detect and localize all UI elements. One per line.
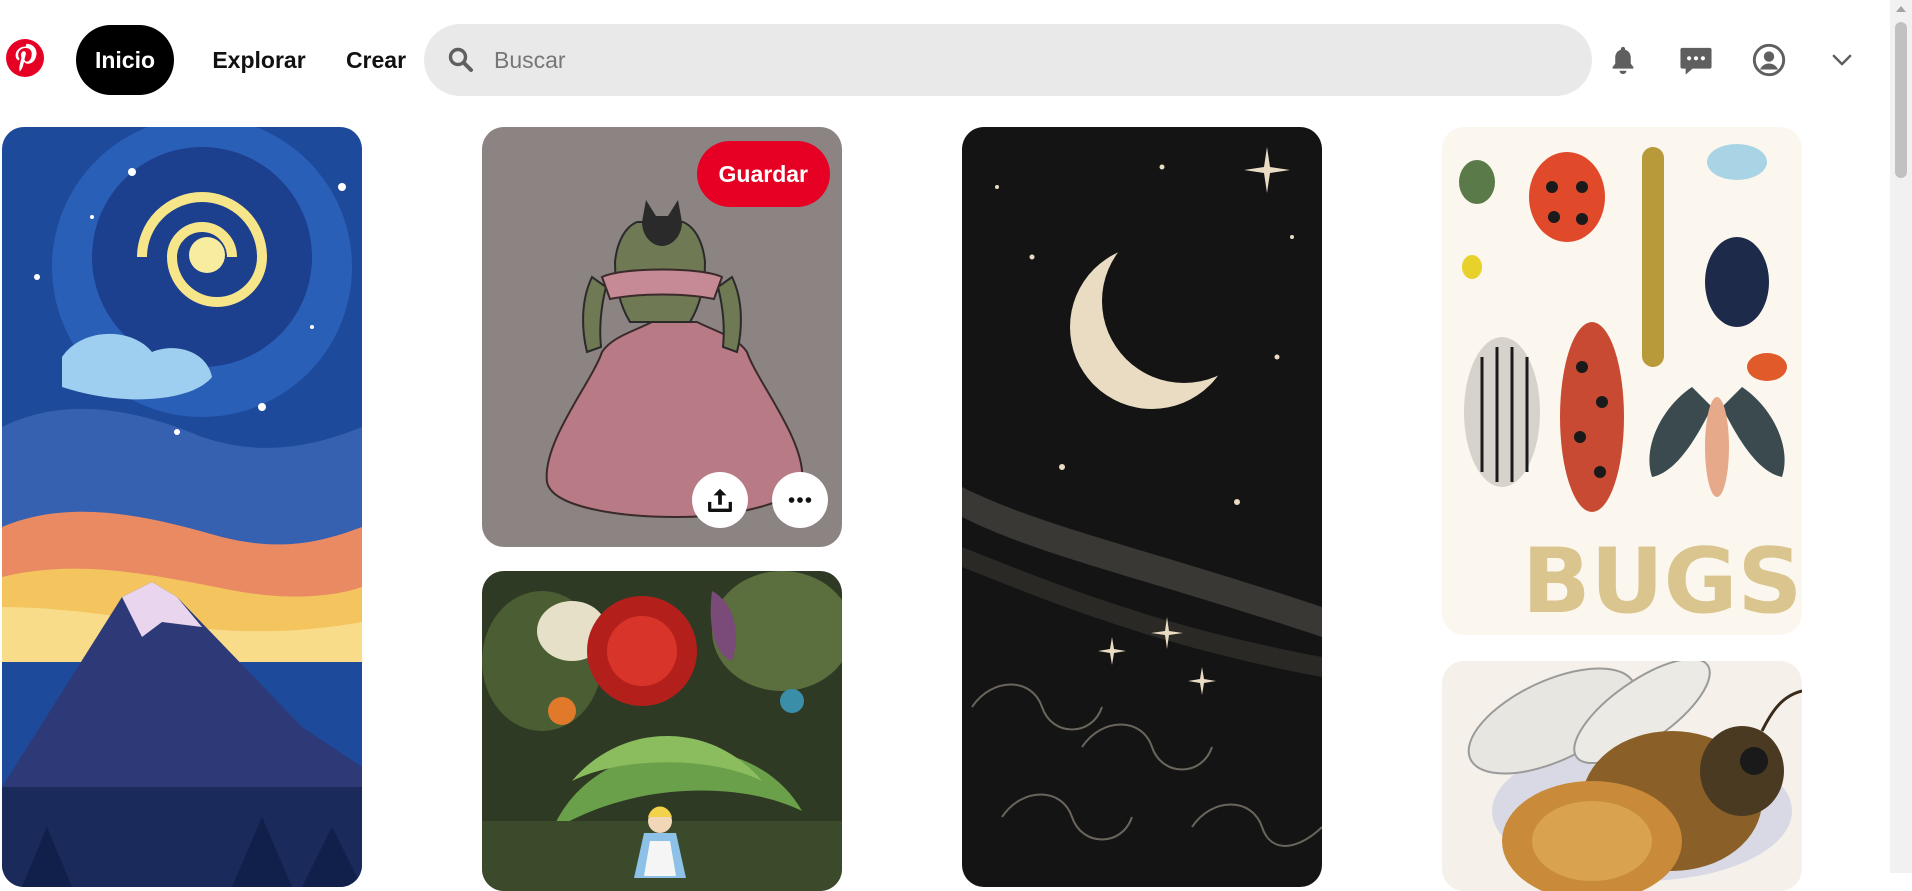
share-button[interactable] xyxy=(692,472,748,528)
pin-alice-garden[interactable] xyxy=(482,571,842,891)
nav-explore-link[interactable]: Explorar xyxy=(198,25,320,95)
notifications-bell-icon[interactable] xyxy=(1601,38,1645,82)
pin-image xyxy=(1442,661,1802,891)
more-options-button[interactable] xyxy=(772,472,828,528)
pin-image xyxy=(482,571,842,891)
pin-image xyxy=(2,127,362,887)
save-button[interactable]: Guardar xyxy=(696,141,830,207)
share-icon xyxy=(708,488,732,512)
scrollbar-thumb[interactable] xyxy=(1895,22,1907,178)
search-bar[interactable] xyxy=(424,24,1592,96)
search-icon xyxy=(448,47,473,72)
pin-batman-gown[interactable]: Guardar xyxy=(482,127,842,547)
search-input[interactable] xyxy=(492,45,1556,75)
nav-home-button[interactable]: Inicio xyxy=(76,25,174,95)
pin-bugs-poster[interactable]: BUGS xyxy=(1442,127,1802,635)
pin-image: BUGS xyxy=(1442,127,1802,635)
pin-image xyxy=(962,127,1322,887)
pinterest-logo-icon[interactable] xyxy=(6,39,44,77)
scroll-up-arrow-icon[interactable] xyxy=(1896,6,1906,12)
chevron-down-icon[interactable] xyxy=(1820,38,1864,82)
pin-starry-night-mountain[interactable] xyxy=(2,127,362,887)
bugs-poster-text: BUGS xyxy=(1522,529,1802,634)
profile-icon[interactable] xyxy=(1747,38,1791,82)
pin-bee-closeup[interactable] xyxy=(1442,661,1802,891)
page-scrollbar[interactable] xyxy=(1890,0,1912,873)
top-nav-bar: Inicio Explorar Crear xyxy=(0,0,1890,120)
messages-icon[interactable] xyxy=(1674,38,1718,82)
pin-crescent-moon[interactable] xyxy=(962,127,1322,887)
nav-create-link[interactable]: Crear xyxy=(336,25,416,95)
more-icon xyxy=(788,497,812,503)
